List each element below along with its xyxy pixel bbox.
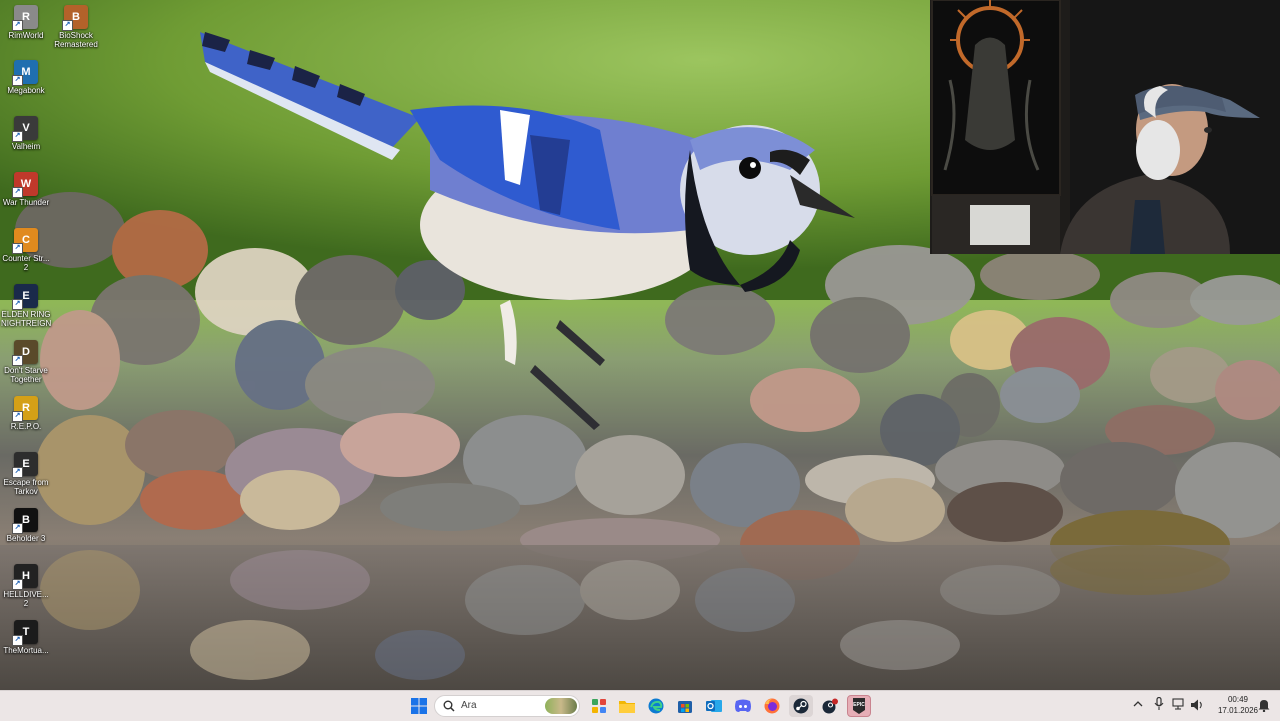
shortcut-arrow-icon: ↗ [12, 355, 23, 366]
mortuary-glyph: T [22, 626, 30, 638]
webcam-feed [930, 0, 1280, 254]
discord-icon [735, 699, 751, 712]
steam-button[interactable] [789, 695, 813, 717]
desktop-icon-label: TheMortua... [3, 646, 49, 655]
rimworld-icon: R ↗ [12, 5, 38, 31]
taskbar: Ara EPIC 00:49 17.01.2026 [0, 690, 1280, 721]
taskbar-search-box[interactable]: Ara [434, 695, 580, 717]
widgets-button[interactable] [587, 695, 611, 717]
desktop-icon-label: Beholder 3 [6, 534, 46, 543]
desktop-icon-label: Counter Str... 2 [2, 254, 50, 272]
notification-bell-icon[interactable] [1257, 698, 1271, 712]
search-placeholder: Ara [461, 700, 477, 711]
megabonk-icon: M ↗ [12, 60, 38, 86]
edge-button[interactable] [644, 695, 668, 717]
desktop-icon-rimworld[interactable]: R ↗ RimWorld [0, 5, 52, 40]
svg-text:EPIC: EPIC [853, 702, 865, 708]
desktop-icon-repo[interactable]: R ↗ R.E.P.O. [0, 396, 52, 431]
valheim-glyph: V [22, 122, 30, 134]
shortcut-arrow-icon: ↗ [12, 20, 23, 31]
microphone-icon[interactable] [1154, 697, 1164, 711]
firefox-button[interactable] [760, 695, 784, 717]
mortuary-icon: T ↗ [12, 620, 38, 646]
bioshock-icon: B ↗ [62, 5, 88, 31]
desktop-icon-label: Don't Starve Together [4, 366, 48, 384]
helldivers-icon: H ↗ [12, 564, 38, 590]
desktop-icon-mortuary[interactable]: T ↗ TheMortua... [0, 620, 52, 655]
desktop-icon-label: R.E.P.O. [10, 422, 42, 431]
desktop-icon-label: Megabonk [7, 86, 45, 95]
search-icon [443, 700, 455, 712]
desktop-icon-helldivers[interactable]: H ↗ HELLDIVE... 2 [0, 564, 52, 608]
repo-icon: R ↗ [12, 396, 38, 422]
ms-store-button[interactable] [673, 695, 697, 717]
desktop-icon-bioshock[interactable]: B ↗ BioShock Remastered [50, 5, 102, 49]
start-button[interactable] [407, 695, 431, 717]
edge-browser-icon [648, 698, 664, 714]
dont-starve-glyph: D [22, 346, 30, 358]
desktop-icon-war-thunder[interactable]: W ↗ War Thunder [0, 172, 52, 207]
desktop-icon-valheim[interactable]: V ↗ Valheim [0, 116, 52, 151]
bioshock-glyph: B [72, 11, 80, 23]
firefox-icon [764, 698, 780, 714]
repo-glyph: R [22, 402, 30, 414]
tarkov-icon: E ↗ [12, 452, 38, 478]
desktop-icon-megabonk[interactable]: M ↗ Megabonk [0, 60, 52, 95]
tarkov-glyph: E [22, 458, 30, 470]
shortcut-arrow-icon: ↗ [12, 243, 23, 254]
desktop-icon-tarkov[interactable]: E ↗ Escape from Tarkov [0, 452, 52, 496]
desktop-icon-beholder[interactable]: B ↗ Beholder 3 [0, 508, 52, 543]
beholder-glyph: B [22, 514, 30, 526]
chevron-up-icon[interactable] [1133, 699, 1143, 709]
desktop-icon-label: RimWorld [8, 31, 44, 40]
counter-strike-glyph: C [22, 234, 30, 246]
rimworld-glyph: R [22, 11, 30, 23]
shortcut-arrow-icon: ↗ [12, 75, 23, 86]
helldivers-glyph: H [22, 570, 30, 582]
shortcut-arrow-icon: ↗ [12, 579, 23, 590]
desktop-icon-dont-starve[interactable]: D ↗ Don't Starve Together [0, 340, 52, 384]
elden-ring-glyph: E [22, 290, 30, 302]
shortcut-arrow-icon: ↗ [62, 20, 73, 31]
war-thunder-icon: W ↗ [12, 172, 38, 198]
steam-alt-button[interactable] [818, 695, 842, 717]
search-highlight-image [545, 698, 577, 714]
beholder-icon: B ↗ [12, 508, 38, 534]
shortcut-arrow-icon: ↗ [12, 635, 23, 646]
desktop-icon-label: War Thunder [2, 198, 50, 207]
epic-games-icon: EPIC [853, 698, 865, 714]
counter-strike-icon: C ↗ [12, 228, 38, 254]
desktop-icon-label: BioShock Remastered [54, 31, 98, 49]
desktop-icon-label: Escape from Tarkov [3, 478, 49, 496]
desktop-icon-counter-strike[interactable]: C ↗ Counter Str... 2 [0, 228, 52, 272]
webcam-overlay [930, 0, 1280, 254]
epic-games-button[interactable]: EPIC [847, 695, 871, 717]
desktop-icon-label: HELLDIVE... 2 [3, 590, 49, 608]
file-explorer-button[interactable] [615, 695, 639, 717]
dont-starve-icon: D ↗ [12, 340, 38, 366]
elden-ring-icon: E ↗ [12, 284, 38, 310]
shortcut-arrow-icon: ↗ [12, 523, 23, 534]
desktop-icon-label: Valheim [11, 142, 41, 151]
discord-button[interactable] [731, 695, 755, 717]
steam-icon [793, 698, 809, 714]
store-icon [678, 701, 692, 713]
windows-logo-icon [411, 698, 427, 714]
valheim-icon: V ↗ [12, 116, 38, 142]
widgets-icon [592, 699, 606, 713]
volume-icon[interactable] [1190, 698, 1204, 712]
outlook-button[interactable] [702, 695, 726, 717]
desktop-icon-label: ELDEN RING NIGHTREIGN [1, 310, 52, 328]
network-icon[interactable] [1172, 698, 1186, 712]
shortcut-arrow-icon: ↗ [12, 467, 23, 478]
desktop-icon-elden-ring[interactable]: E ↗ ELDEN RING NIGHTREIGN [0, 284, 52, 328]
steam-notification-icon [822, 698, 838, 714]
outlook-icon [706, 700, 722, 712]
shortcut-arrow-icon: ↗ [12, 131, 23, 142]
folder-icon [619, 701, 635, 713]
shortcut-arrow-icon: ↗ [12, 299, 23, 310]
shortcut-arrow-icon: ↗ [12, 187, 23, 198]
shortcut-arrow-icon: ↗ [12, 411, 23, 422]
